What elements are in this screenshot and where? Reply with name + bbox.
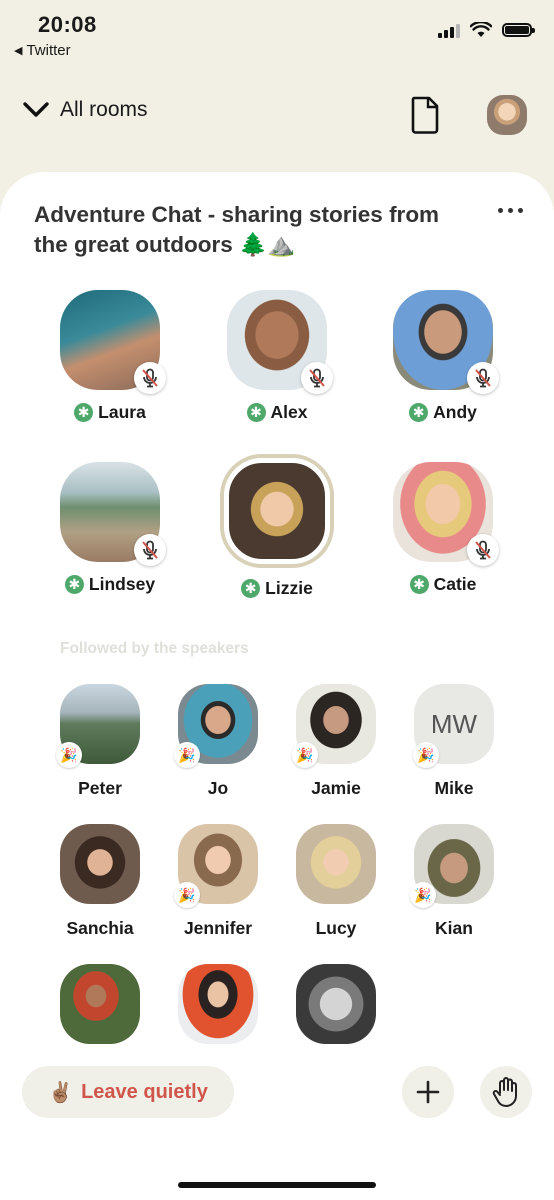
listener-name: Kian	[435, 918, 473, 938]
status-bar: 20:08 ◀ Twitter	[0, 0, 554, 70]
section-label-followed: Followed by the speakers	[60, 640, 249, 657]
party-popper-icon: 🎉	[413, 742, 439, 768]
system-icons	[438, 22, 535, 38]
party-popper-icon: 🎉	[292, 742, 318, 768]
listener-name: Jamie	[311, 778, 361, 798]
listener-avatar	[60, 964, 140, 1044]
listener-name: Jo	[207, 778, 229, 798]
add-button[interactable]	[402, 1066, 454, 1118]
listener-avatar	[296, 964, 376, 1044]
listener-avatar	[296, 824, 376, 904]
all-rooms-button[interactable]: All rooms	[22, 98, 148, 122]
dot-icon	[498, 208, 503, 213]
speaker-lindsey[interactable]: ✱ Lindsey	[50, 462, 170, 595]
listener-avatar: 🎉	[410, 824, 494, 908]
mic-muted-icon	[134, 534, 166, 566]
room-title: Adventure Chat - sharing stories from th…	[34, 202, 440, 257]
listener-avatar: 🎉	[56, 684, 140, 768]
speaker-catie[interactable]: ✱ Catie	[383, 462, 503, 595]
speaker-name: Alex	[270, 402, 308, 422]
listener-avatar: 🎉	[292, 684, 376, 768]
listener-avatar: 🎉	[174, 684, 258, 768]
listener-name: Jennifer	[183, 918, 253, 938]
speaker-alex[interactable]: ✱ Alex	[217, 290, 337, 423]
speaker-name: Lizzie	[265, 578, 313, 598]
listener-sanchia[interactable]: Sanchia	[45, 824, 155, 939]
raise-hand-button[interactable]	[480, 1066, 532, 1118]
mic-muted-icon	[467, 534, 499, 566]
profile-avatar[interactable]	[487, 95, 527, 135]
leave-quietly-button[interactable]: ✌🏽 Leave quietly	[22, 1066, 234, 1118]
mic-muted-icon	[467, 362, 499, 394]
dot-icon	[508, 208, 513, 213]
speaker-avatar	[60, 462, 166, 566]
victory-hand-icon: ✌🏽	[48, 1081, 74, 1104]
listener-lucy[interactable]: Lucy	[281, 824, 391, 939]
dot-icon	[518, 208, 523, 213]
listener-mike[interactable]: MW 🎉 Mike	[399, 684, 509, 799]
room-sheet: Adventure Chat - sharing stories from th…	[0, 172, 554, 1200]
back-app-label: Twitter	[26, 42, 71, 59]
listener-jo[interactable]: 🎉 Jo	[163, 684, 273, 799]
party-popper-icon: 🎉	[410, 882, 436, 908]
party-popper-icon: 🎉	[56, 742, 82, 768]
listener-avatar-only[interactable]	[45, 964, 155, 1044]
listener-name: Sanchia	[66, 918, 134, 938]
speaker-avatar	[227, 290, 333, 394]
listener-avatar-only[interactable]	[281, 964, 391, 1044]
speaker-avatar	[60, 290, 166, 394]
speaker-laura[interactable]: ✱ Laura	[50, 290, 170, 423]
speaker-avatar	[393, 462, 499, 566]
moderator-badge-icon: ✱	[246, 403, 266, 422]
speaker-avatar-speaking	[224, 458, 330, 564]
party-popper-icon: 🎉	[174, 882, 200, 908]
back-triangle-icon: ◀	[14, 45, 23, 57]
wifi-icon	[470, 22, 492, 37]
listener-name: Lucy	[315, 918, 357, 938]
listener-name: Mike	[434, 778, 474, 798]
top-nav: All rooms	[0, 90, 554, 140]
status-time: 20:08	[38, 12, 97, 37]
moderator-badge-icon: ✱	[409, 575, 429, 594]
moderator-badge-icon: ✱	[74, 403, 94, 422]
home-indicator	[178, 1182, 376, 1188]
listener-peter[interactable]: 🎉 Peter	[45, 684, 155, 799]
moderator-badge-icon: ✱	[64, 575, 84, 594]
raise-hand-icon	[492, 1077, 517, 1107]
moderator-badge-icon: ✱	[241, 579, 261, 598]
listener-avatar: 🎉	[174, 824, 258, 908]
party-popper-icon: 🎉	[174, 742, 200, 768]
plus-icon	[416, 1080, 440, 1104]
leave-quietly-label: Leave quietly	[81, 1080, 208, 1103]
mic-muted-icon	[134, 362, 166, 394]
listener-avatar	[60, 824, 140, 904]
speaker-lizzie[interactable]: ✱ Lizzie	[217, 458, 337, 599]
speaker-name: Lindsey	[88, 574, 156, 594]
chevron-down-icon	[23, 102, 49, 117]
listener-jennifer[interactable]: 🎉 Jennifer	[163, 824, 273, 939]
listener-avatar-only[interactable]	[163, 964, 273, 1044]
speaker-avatar	[393, 290, 499, 394]
listener-name: Peter	[78, 778, 122, 798]
listener-jamie[interactable]: 🎉 Jamie	[281, 684, 391, 799]
back-to-app-link[interactable]: ◀ Twitter	[14, 42, 71, 59]
document-icon[interactable]	[410, 96, 440, 134]
all-rooms-label: All rooms	[60, 98, 148, 121]
cellular-signal-icon	[438, 22, 460, 38]
speaker-name: Catie	[433, 574, 477, 594]
listener-avatar	[178, 964, 258, 1044]
listener-kian[interactable]: 🎉 Kian	[399, 824, 509, 939]
battery-icon	[502, 23, 535, 37]
speaker-name: Laura	[98, 402, 146, 422]
more-options-button[interactable]	[498, 208, 523, 213]
speaker-andy[interactable]: ✱ Andy	[383, 290, 503, 423]
mic-muted-icon	[301, 362, 333, 394]
speaker-name: Andy	[433, 402, 477, 422]
moderator-badge-icon: ✱	[409, 403, 429, 422]
